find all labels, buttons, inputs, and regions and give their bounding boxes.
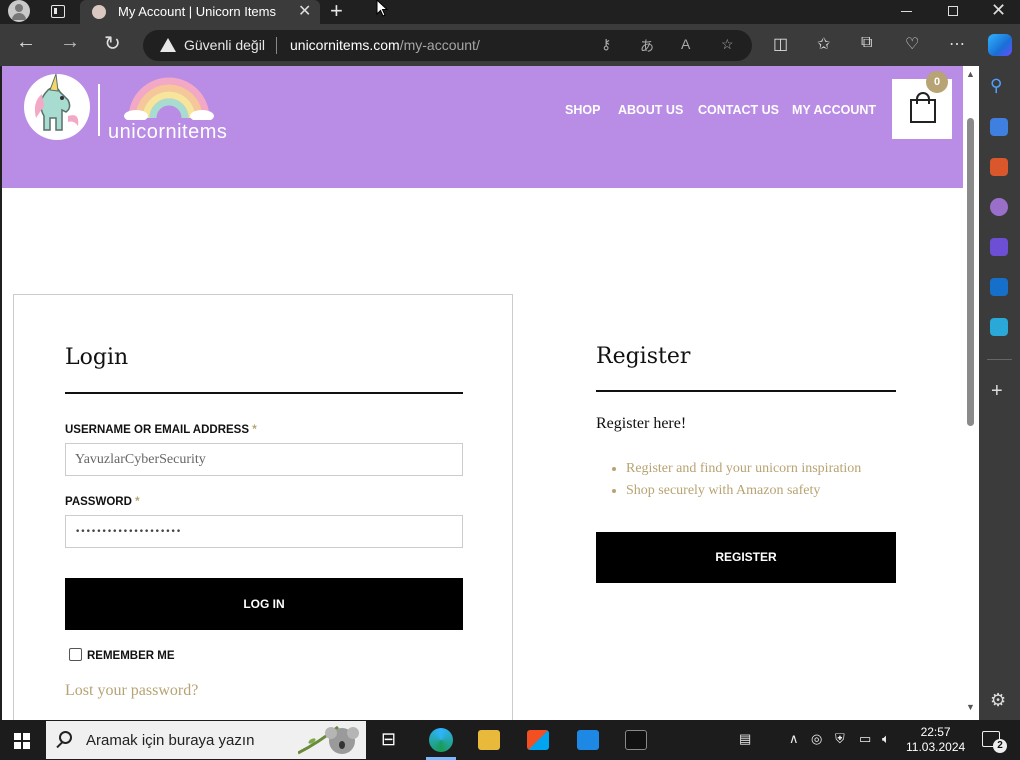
password-input[interactable]: •••••••••••••••••••• — [65, 515, 463, 548]
terminal-icon[interactable] — [625, 730, 647, 750]
search-placeholder: Aramak için buraya yazın — [86, 732, 255, 749]
taskbar-search-box[interactable]: Aramak için buraya yazın — [46, 721, 366, 759]
maximize-window-icon[interactable] — [948, 6, 958, 16]
logo-divider — [98, 84, 100, 136]
warning-triangle-icon — [160, 38, 176, 52]
edge-browser-icon[interactable] — [429, 728, 453, 752]
register-intro: Register here! — [596, 415, 687, 432]
browser-toolbar: ← → ↻ Güvenli değil unicornitems.com/my-… — [0, 24, 1020, 66]
split-screen-icon[interactable]: ◫ — [773, 34, 788, 54]
tab-actions-icon[interactable] — [51, 5, 65, 18]
sidebar-settings-gear-icon[interactable]: ⚙ — [990, 690, 1006, 711]
nav-shop[interactable]: SHOP — [565, 103, 600, 117]
system-clock[interactable]: 22:57 11.03.2024 — [906, 725, 965, 755]
back-arrow-icon[interactable]: ← — [16, 31, 36, 54]
scrollbar-thumb[interactable] — [967, 118, 974, 426]
minimize-window-icon[interactable] — [901, 11, 912, 12]
register-heading-rule — [596, 390, 896, 392]
register-button[interactable]: REGISTER — [596, 532, 896, 583]
copilot-app-icon[interactable] — [990, 238, 1008, 256]
logo-text[interactable]: unicornitems — [108, 121, 227, 144]
edge-sidebar: ⚲ + ⚙ — [979, 66, 1020, 720]
nav-about-us[interactable]: ABOUT US — [618, 103, 683, 117]
address-divider — [276, 37, 277, 54]
games-icon[interactable] — [990, 198, 1008, 216]
log-in-button[interactable]: LOG IN — [65, 578, 463, 630]
file-explorer-icon[interactable] — [478, 730, 500, 750]
shopping-bag-icon — [910, 99, 936, 123]
address-bar[interactable]: Güvenli değil unicornitems.com/my-accoun… — [143, 30, 752, 61]
new-tab-icon[interactable]: + — [330, 0, 343, 24]
mail-icon[interactable] — [577, 730, 599, 750]
koala-search-highlight-icon[interactable] — [298, 723, 360, 759]
news-widget-icon[interactable]: ▤ — [739, 731, 751, 747]
close-window-icon[interactable]: ✕ — [991, 0, 1006, 21]
add-sidebar-app-icon[interactable]: + — [991, 380, 1003, 403]
tab-close-icon[interactable]: ✕ — [298, 1, 311, 21]
drop-send-icon[interactable] — [990, 318, 1008, 336]
remember-me-label[interactable]: REMEMBER ME — [87, 650, 175, 662]
login-heading: Login — [65, 345, 129, 370]
list-item: Shop securely with Amazon safety — [626, 480, 861, 502]
key-icon[interactable]: ⚷ — [601, 36, 611, 53]
microsoft-store-icon[interactable] — [527, 730, 549, 750]
register-heading: Register — [596, 344, 691, 369]
clock-date: 11.03.2024 — [906, 740, 966, 754]
forward-arrow-icon[interactable]: → — [60, 31, 80, 54]
favorite-star-icon[interactable]: ☆ — [721, 36, 734, 53]
show-hidden-icons-chevron-icon[interactable]: ∧ — [789, 731, 799, 747]
remember-me-checkbox[interactable] — [69, 648, 82, 661]
browser-tab[interactable]: My Account | Unicorn Items ✕ — [80, 0, 320, 24]
cart-button[interactable]: 0 — [892, 71, 952, 139]
security-status[interactable]: Güvenli değil — [184, 37, 265, 53]
task-view-icon[interactable]: ⊟ — [381, 729, 396, 750]
nav-my-account[interactable]: MY ACCOUNT — [792, 103, 876, 117]
refresh-icon[interactable]: ↻ — [104, 31, 121, 56]
outlook-icon[interactable] — [990, 278, 1008, 296]
cart-count-badge: 0 — [926, 71, 948, 93]
login-panel: Login USERNAME OR EMAIL ADDRESS * Yavuzl… — [13, 294, 513, 720]
clock-time: 22:57 — [920, 725, 951, 739]
password-label: PASSWORD * — [65, 496, 140, 508]
translate-icon[interactable]: あ — [640, 36, 654, 56]
lost-password-link[interactable]: Lost your password? — [65, 682, 198, 700]
tools-briefcase-icon[interactable] — [990, 158, 1008, 176]
scroll-down-icon[interactable]: ▼ — [966, 702, 975, 712]
list-item: Register and find your unicorn inspirati… — [626, 458, 861, 480]
url-text[interactable]: unicornitems.com/my-account/ — [290, 37, 480, 53]
register-benefits-list: Register and find your unicorn inspirati… — [626, 458, 861, 502]
web-page: unicornitems SHOP ABOUT US CONTACT US MY… — [2, 66, 963, 720]
unicorn-logo-icon[interactable] — [22, 72, 92, 142]
windows-start-icon[interactable] — [14, 733, 30, 749]
profile-avatar-icon[interactable] — [8, 0, 30, 22]
read-aloud-icon[interactable]: A — [681, 36, 690, 52]
more-options-icon[interactable]: ⋯ — [949, 34, 965, 54]
page-scrollbar[interactable]: ▲ ▼ — [963, 66, 979, 720]
rainbow-logo-icon — [124, 77, 214, 120]
copilot-icon[interactable] — [988, 34, 1012, 56]
search-icon — [59, 731, 72, 744]
login-heading-rule — [65, 392, 463, 394]
username-input[interactable]: YavuzlarCyberSecurity — [65, 443, 463, 476]
sidebar-divider — [987, 359, 1012, 360]
shopping-tag-icon[interactable] — [990, 118, 1008, 136]
notification-count-badge: 2 — [993, 739, 1007, 753]
volume-icon[interactable]: 🔈︎ — [882, 731, 890, 747]
favorites-icon[interactable]: ✩ — [817, 34, 830, 54]
nav-contact-us[interactable]: CONTACT US — [698, 103, 779, 117]
security-shield-icon[interactable]: ⛨ — [835, 731, 845, 747]
windows-taskbar: Aramak için buraya yazın ⊟ ▤ ∧ ◎ ⛨ ▭ 🔈︎ … — [0, 720, 1020, 760]
scroll-up-icon[interactable]: ▲ — [966, 69, 975, 79]
performance-icon[interactable]: ♡ — [905, 34, 919, 54]
site-header: unicornitems SHOP ABOUT US CONTACT US MY… — [2, 66, 963, 188]
browser-title-bar: My Account | Unicorn Items ✕ + ✕ — [0, 0, 1020, 24]
username-label: USERNAME OR EMAIL ADDRESS * — [65, 424, 257, 436]
network-icon[interactable]: ▭ — [859, 731, 871, 747]
tab-title: My Account | Unicorn Items — [118, 4, 276, 19]
site-favicon-icon — [92, 5, 106, 19]
mouse-cursor-icon — [376, 0, 388, 17]
collections-icon[interactable]: ⧉ — [861, 34, 872, 52]
meet-now-icon[interactable]: ◎ — [811, 731, 822, 747]
search-icon[interactable]: ⚲ — [990, 76, 1002, 96]
